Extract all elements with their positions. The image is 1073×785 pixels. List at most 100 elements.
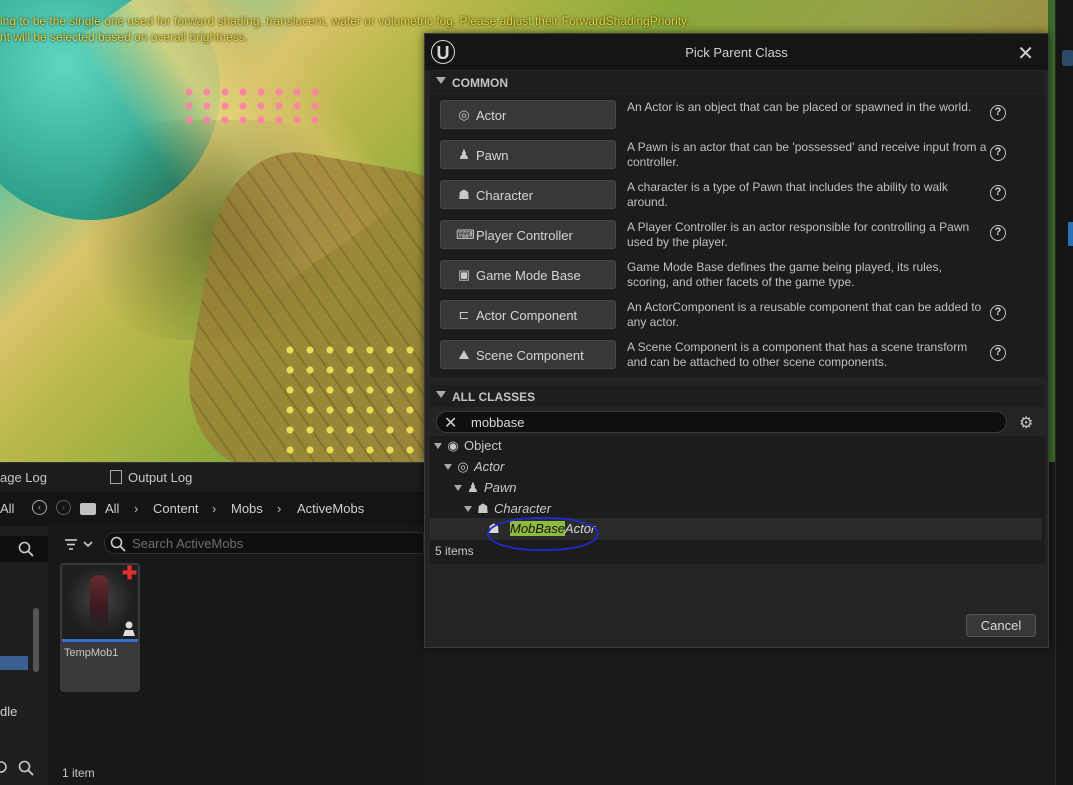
tree-node-label: Character xyxy=(494,501,552,516)
help-icon[interactable]: ? xyxy=(990,305,1006,321)
chevron-down-icon xyxy=(436,77,446,84)
character-button[interactable]: ☗ Character xyxy=(440,180,616,209)
chevron-down-icon xyxy=(434,443,442,449)
actor-button-label: Actor xyxy=(476,108,507,123)
asset-type-bar xyxy=(62,639,138,642)
scene-component-button-label: Scene Component xyxy=(476,348,584,363)
output-log-icon xyxy=(110,470,122,484)
tree-node-label: Actor xyxy=(474,459,505,474)
player-controller-description: A Player Controller is an actor responsi… xyxy=(627,220,970,249)
breadcrumb-all[interactable]: All xyxy=(105,501,119,516)
viewport-edge xyxy=(1048,0,1055,462)
sources-item-partial[interactable]: dle xyxy=(0,704,17,719)
actor-component-description: An ActorComponent is a reusable componen… xyxy=(627,300,982,329)
folder-icon xyxy=(80,503,96,515)
annotation-circle xyxy=(487,517,599,551)
settings-icon[interactable] xyxy=(0,760,8,774)
back-icon[interactable]: ‹ xyxy=(32,500,47,515)
asset-tile[interactable]: ✚ TempMob1 xyxy=(60,563,140,692)
pawn-button[interactable]: ♟ Pawn xyxy=(440,140,616,169)
dialog-title: Pick Parent Class xyxy=(685,45,788,60)
class-search-box[interactable]: ✕ xyxy=(436,411,1007,433)
chevron-down-icon xyxy=(436,391,446,398)
player-controller-button-label: Player Controller xyxy=(476,228,573,243)
chevron-down-icon xyxy=(444,464,452,470)
common-class-row-character: ☗ Character A character is a type of Pawn… xyxy=(430,174,1045,214)
tree-node-object[interactable]: ◉ Object xyxy=(434,438,502,458)
breadcrumb-all-left[interactable]: All xyxy=(0,501,14,516)
close-icon[interactable]: ✕ xyxy=(1017,41,1034,66)
new-asset-icon: ✚ xyxy=(122,563,138,583)
asset-name: TempMob1 xyxy=(64,647,119,659)
help-icon[interactable]: ? xyxy=(990,185,1006,201)
cancel-button[interactable]: Cancel xyxy=(966,614,1036,637)
pawn-button-label: Pawn xyxy=(476,148,509,163)
search-icon[interactable] xyxy=(18,760,34,776)
gear-icon[interactable]: ⚙ xyxy=(1019,413,1033,433)
all-classes-section-label: ALL CLASSES xyxy=(452,390,536,404)
clear-search-icon[interactable]: ✕ xyxy=(444,413,457,433)
character-button-label: Character xyxy=(476,188,534,203)
sources-scrollbar[interactable] xyxy=(33,608,39,672)
pawn-description: A Pawn is an actor that can be 'possesse… xyxy=(627,140,987,169)
tab-output-log-label: Output Log xyxy=(128,470,193,485)
character-description: A character is a type of Pawn that inclu… xyxy=(627,180,948,209)
breadcrumb-separator: › xyxy=(277,501,282,516)
eye-icon[interactable] xyxy=(1062,50,1073,66)
common-class-row-pawn: ♟ Pawn A Pawn is an actor that can be 'po… xyxy=(430,134,1045,174)
tree-node-label: Object xyxy=(464,438,502,453)
actor-description: An Actor is an object that can be placed… xyxy=(627,100,972,114)
viewport-warning-line-2: nt will be selected based on overall bri… xyxy=(0,30,249,44)
viewport-yellow-flowers xyxy=(280,340,430,460)
sources-selected-folder[interactable] xyxy=(0,656,28,670)
common-classes-list: ◎ Actor An Actor is an object that can be… xyxy=(430,94,1045,377)
search-icon[interactable] xyxy=(18,541,34,557)
scene-component-description: A Scene Component is a component that ha… xyxy=(627,340,968,369)
actor-icon: ◎ xyxy=(457,459,469,474)
gamepad-icon: ⌨ xyxy=(456,227,475,242)
chevron-down-icon xyxy=(454,485,462,491)
common-section-header[interactable]: COMMON xyxy=(430,71,1045,93)
actor-component-button-label: Actor Component xyxy=(476,308,578,323)
class-search-input[interactable] xyxy=(471,414,991,431)
asset-search-input[interactable]: Search ActiveMobs xyxy=(104,532,424,554)
breadcrumb-separator: › xyxy=(212,501,217,516)
breadcrumb-activemobs[interactable]: ActiveMobs xyxy=(297,501,364,516)
tree-node-label: Pawn xyxy=(484,480,517,495)
sources-search[interactable] xyxy=(0,536,48,562)
help-icon[interactable]: ? xyxy=(990,145,1006,161)
details-panel-edge xyxy=(1055,0,1073,785)
asset-search-placeholder: Search ActiveMobs xyxy=(132,536,244,551)
help-icon[interactable]: ? xyxy=(990,105,1006,121)
actor-icon: ◎ xyxy=(458,107,470,122)
player-controller-button[interactable]: ⌨ Player Controller xyxy=(440,220,616,249)
asset-count: 1 item xyxy=(62,766,95,780)
tree-node-actor[interactable]: ◎ Actor xyxy=(444,459,504,479)
filter-icon[interactable] xyxy=(63,537,95,553)
actor-component-icon: ⊏ xyxy=(458,307,470,322)
game-mode-base-button[interactable]: ▣ Game Mode Base xyxy=(440,260,616,289)
actor-component-button[interactable]: ⊏ Actor Component xyxy=(440,300,616,329)
tab-message-log[interactable]: age Log xyxy=(0,470,47,485)
actor-button[interactable]: ◎ Actor xyxy=(440,100,616,129)
tab-output-log[interactable]: Output Log xyxy=(110,470,192,485)
game-mode-base-button-label: Game Mode Base xyxy=(476,268,581,283)
character-icon: ☗ xyxy=(458,187,470,202)
selection-indicator xyxy=(1068,222,1073,246)
tree-node-pawn[interactable]: ♟ Pawn xyxy=(454,480,517,500)
help-icon[interactable]: ? xyxy=(990,225,1006,241)
all-classes-section-header[interactable]: ALL CLASSES xyxy=(430,385,1045,407)
common-class-row-player-controller: ⌨ Player Controller A Player Controller i… xyxy=(430,214,1045,254)
breadcrumb-separator: › xyxy=(134,501,139,516)
breadcrumb-content[interactable]: Content xyxy=(153,501,199,516)
object-icon: ◉ xyxy=(447,438,459,453)
breadcrumb-mobs[interactable]: Mobs xyxy=(231,501,263,516)
sources-panel: dle xyxy=(0,526,48,785)
common-class-row-game-mode-base: ▣ Game Mode Base Game Mode Base defines t… xyxy=(430,254,1045,294)
scene-component-button[interactable]: ⛰ Scene Component xyxy=(440,340,616,369)
game-mode-icon: ▣ xyxy=(457,267,471,282)
help-icon[interactable]: ? xyxy=(990,345,1006,361)
common-class-row-actor-component: ⊏ Actor Component An ActorComponent is a … xyxy=(430,294,1045,334)
viewport-warning-line-1: ing to be the single one used for forwar… xyxy=(0,14,690,28)
forward-icon[interactable]: › xyxy=(56,500,71,515)
